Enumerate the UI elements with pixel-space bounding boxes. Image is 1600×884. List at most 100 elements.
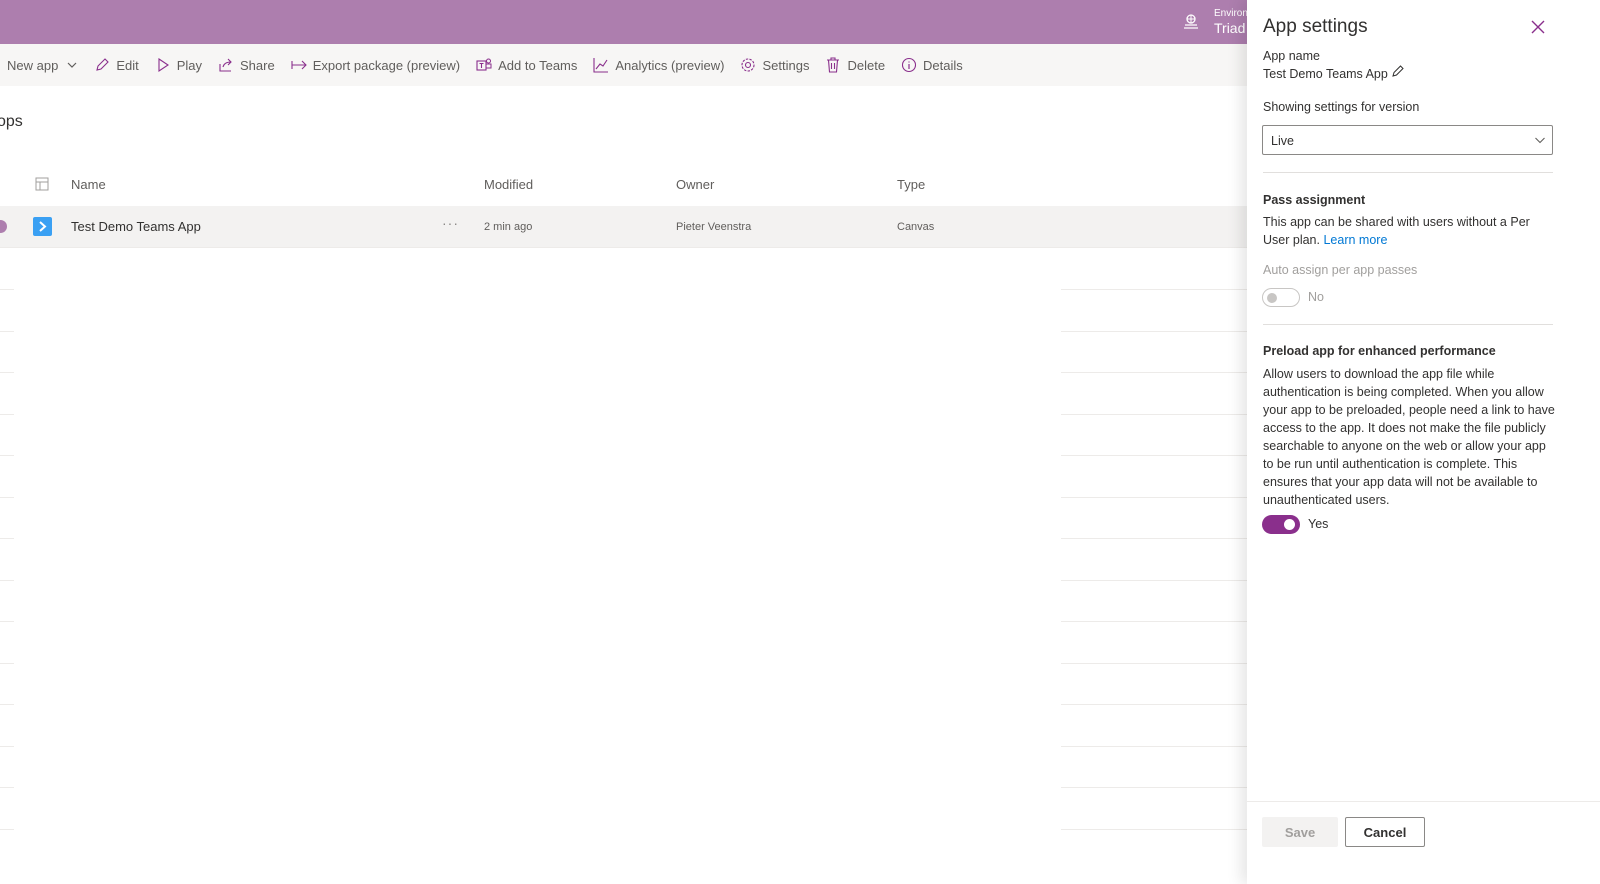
version-label: Showing settings for version xyxy=(1263,100,1420,114)
pass-assignment-desc: This app can be shared with users withou… xyxy=(1263,215,1530,247)
play-icon xyxy=(158,57,169,73)
row-separator xyxy=(1061,330,1248,332)
row-separator xyxy=(1061,455,1248,456)
close-icon[interactable] xyxy=(1529,18,1547,36)
panel-title: App settings xyxy=(1263,16,1368,37)
row-separator xyxy=(0,496,14,498)
export-package-button[interactable]: Export package (preview) xyxy=(291,57,460,73)
app-settings-panel: App settings App name Test Demo Teams Ap… xyxy=(1247,0,1600,884)
type-cell: Canvas xyxy=(897,221,935,233)
page-title: ops xyxy=(0,113,23,130)
preload-toggle[interactable] xyxy=(1262,515,1300,534)
app-name-label: App name xyxy=(1263,49,1320,63)
column-header-owner[interactable]: Owner xyxy=(676,177,714,192)
gear-icon xyxy=(741,58,756,72)
app-name-cell[interactable]: Test Demo Teams App xyxy=(71,219,201,234)
row-separator xyxy=(0,787,14,788)
divider xyxy=(1263,172,1553,173)
row-separator xyxy=(0,289,14,290)
pencil-icon xyxy=(96,58,110,71)
app-name-value: Test Demo Teams App xyxy=(1263,67,1388,81)
row-separator xyxy=(1061,787,1248,788)
analytics-icon xyxy=(593,58,609,73)
pass-assignment-title: Pass assignment xyxy=(1263,193,1366,207)
column-header-modified[interactable]: Modified xyxy=(484,177,533,192)
auto-assign-label: Auto assign per app passes xyxy=(1263,263,1418,277)
add-to-teams-label: Add to Teams xyxy=(498,57,578,73)
row-separator xyxy=(1061,372,1248,373)
row-separator xyxy=(0,413,14,415)
delete-button[interactable]: Delete xyxy=(825,57,885,73)
edit-label: Edit xyxy=(116,57,139,73)
preload-title: Preload app for enhanced performance xyxy=(1263,344,1496,358)
settings-label: Settings xyxy=(762,57,810,73)
file-type-icon[interactable] xyxy=(35,177,49,191)
row-separator xyxy=(1061,538,1248,539)
version-dropdown[interactable]: Live xyxy=(1262,125,1553,155)
row-separator xyxy=(1061,289,1248,290)
info-icon xyxy=(901,57,917,73)
auto-assign-toggle[interactable] xyxy=(1262,288,1300,307)
version-selected-value: Live xyxy=(1271,134,1294,148)
row-separator xyxy=(0,330,14,332)
column-header-name[interactable]: Name xyxy=(71,177,106,192)
export-package-label: Export package (preview) xyxy=(312,57,461,73)
row-separator xyxy=(1061,745,1248,747)
column-header-type[interactable]: Type xyxy=(897,177,925,192)
table-header: Name Modified Owner Type xyxy=(0,168,1262,202)
row-separator xyxy=(1061,621,1248,622)
chevron-down-icon xyxy=(1535,137,1545,144)
settings-button[interactable]: Settings xyxy=(740,57,809,73)
learn-more-link[interactable]: Learn more xyxy=(1323,233,1387,247)
divider xyxy=(1263,324,1553,325)
row-separator xyxy=(0,579,14,581)
edit-name-icon[interactable] xyxy=(1391,64,1405,78)
owner-cell: Pieter Veenstra xyxy=(676,221,752,233)
footer-divider xyxy=(1247,801,1600,802)
table-row[interactable]: Test Demo Teams App ··· 2 min ago Pieter… xyxy=(0,206,1262,248)
details-label: Details xyxy=(923,57,963,73)
canvas-app-icon xyxy=(33,217,52,236)
row-selected-check[interactable] xyxy=(0,220,7,233)
row-separator xyxy=(0,745,14,747)
row-separator xyxy=(0,455,14,456)
share-icon xyxy=(219,58,232,72)
modified-cell: 2 min ago xyxy=(484,221,533,233)
auto-assign-toggle-text: No xyxy=(1308,290,1324,304)
row-separator xyxy=(0,704,14,705)
row-separator xyxy=(0,828,14,830)
new-app-button[interactable]: New app xyxy=(7,58,78,73)
save-button[interactable]: Save xyxy=(1262,817,1338,847)
add-to-teams-button[interactable]: Add to Teams xyxy=(476,57,577,73)
row-separator xyxy=(1061,662,1248,664)
analytics-label: Analytics (preview) xyxy=(615,57,725,73)
environment-icon xyxy=(1184,14,1198,29)
teams-icon xyxy=(476,58,492,71)
details-button[interactable]: Details xyxy=(901,57,963,73)
row-separator xyxy=(0,538,14,539)
row-separator xyxy=(0,662,14,664)
toggle-knob xyxy=(1267,293,1277,303)
preload-toggle-text: Yes xyxy=(1308,517,1329,531)
export-icon xyxy=(291,60,307,70)
more-options-icon[interactable]: ··· xyxy=(442,215,459,231)
row-separator xyxy=(1061,828,1248,830)
delete-label: Delete xyxy=(847,57,886,73)
edit-button[interactable]: Edit xyxy=(94,57,139,73)
row-separator xyxy=(1061,579,1248,581)
preload-description: Allow users to download the app file whi… xyxy=(1263,367,1555,507)
new-app-label: New app xyxy=(7,57,59,73)
row-separator xyxy=(0,621,14,622)
share-button[interactable]: Share xyxy=(218,57,275,73)
toggle-knob xyxy=(1284,519,1295,530)
analytics-button[interactable]: Analytics (preview) xyxy=(593,57,724,73)
row-separator xyxy=(0,372,14,373)
chevron-down-icon xyxy=(67,62,77,68)
row-separator xyxy=(1061,413,1248,415)
trash-icon xyxy=(827,57,840,73)
play-button[interactable]: Play xyxy=(155,57,202,73)
pass-assignment-text: This app can be shared with users withou… xyxy=(1263,213,1555,249)
row-separator xyxy=(1061,496,1248,498)
share-label: Share xyxy=(240,57,275,73)
cancel-button[interactable]: Cancel xyxy=(1345,817,1425,847)
